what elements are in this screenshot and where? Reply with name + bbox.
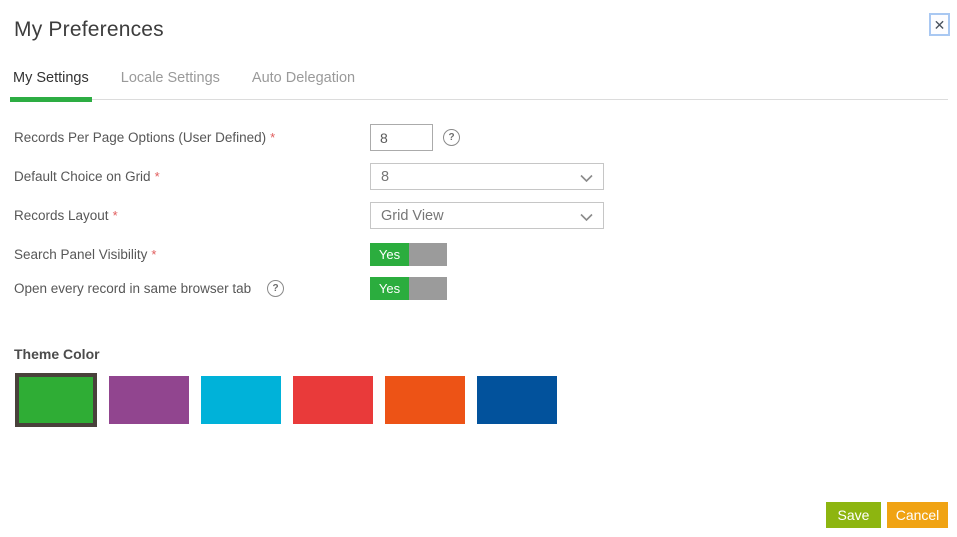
selected-value: 8 [381,169,389,185]
tab-locale-settings[interactable]: Locale Settings [118,68,223,99]
form-row-records-per-page: Records Per Page Options (User Defined) … [14,124,460,151]
records-per-page-input[interactable] [370,124,433,151]
tab-label: Auto Delegation [252,70,355,86]
field-label-text: Default Choice on Grid [14,169,151,184]
selected-value: Grid View [381,208,444,224]
required-asterisk: * [155,169,160,184]
theme-color-blue[interactable] [477,376,557,424]
toggle-off-segment [409,243,447,266]
tab-auto-delegation[interactable]: Auto Delegation [249,68,358,99]
chevron-down-icon [580,210,593,226]
field-label: Records Layout * [14,208,370,223]
field-label-text: Records Layout [14,208,109,223]
help-icon[interactable]: ? [443,129,460,146]
theme-color-swatches [15,373,569,427]
field-label-text: Search Panel Visibility [14,247,147,262]
open-record-toggle[interactable]: Yes [370,277,447,300]
field-label-text: Records Per Page Options (User Defined) [14,130,266,145]
toggle-on-segment: Yes [370,243,409,266]
theme-color-orange[interactable] [385,376,465,424]
search-panel-toggle[interactable]: Yes [370,243,447,266]
tab-label: My Settings [13,70,89,86]
theme-color-green[interactable] [15,373,97,427]
form-row-records-layout: Records Layout * Grid View [14,202,604,229]
close-icon: ✕ [934,18,946,32]
save-button[interactable]: Save [826,502,881,528]
theme-color-red[interactable] [293,376,373,424]
help-glyph: ? [448,132,454,143]
chevron-down-icon [580,171,593,187]
my-preferences-dialog: My Preferences ✕ My Settings Locale Sett… [0,0,957,537]
field-label: Search Panel Visibility * [14,247,370,262]
field-label: Records Per Page Options (User Defined) … [14,130,370,145]
form-row-search-panel: Search Panel Visibility * Yes [14,243,447,266]
form-row-default-choice: Default Choice on Grid * 8 [14,163,604,190]
theme-color-cyan[interactable] [201,376,281,424]
field-label: Open every record in same browser tab ? [14,280,370,297]
required-asterisk: * [113,208,118,223]
tab-my-settings[interactable]: My Settings [10,68,92,99]
records-layout-select[interactable]: Grid View [370,202,604,229]
tab-label: Locale Settings [121,70,220,86]
required-asterisk: * [151,247,156,262]
tab-bar: My Settings Locale Settings Auto Delegat… [10,68,948,100]
close-button[interactable]: ✕ [929,13,950,36]
default-choice-select[interactable]: 8 [370,163,604,190]
help-glyph: ? [273,283,279,294]
toggle-off-segment [409,277,447,300]
field-label: Default Choice on Grid * [14,169,370,184]
form-row-open-record: Open every record in same browser tab ? … [14,277,447,300]
theme-color-heading: Theme Color [14,346,100,362]
toggle-on-segment: Yes [370,277,409,300]
required-asterisk: * [270,130,275,145]
page-title: My Preferences [14,18,164,42]
help-icon[interactable]: ? [267,280,284,297]
cancel-button[interactable]: Cancel [887,502,948,528]
theme-color-purple[interactable] [109,376,189,424]
field-label-text: Open every record in same browser tab [14,281,251,296]
